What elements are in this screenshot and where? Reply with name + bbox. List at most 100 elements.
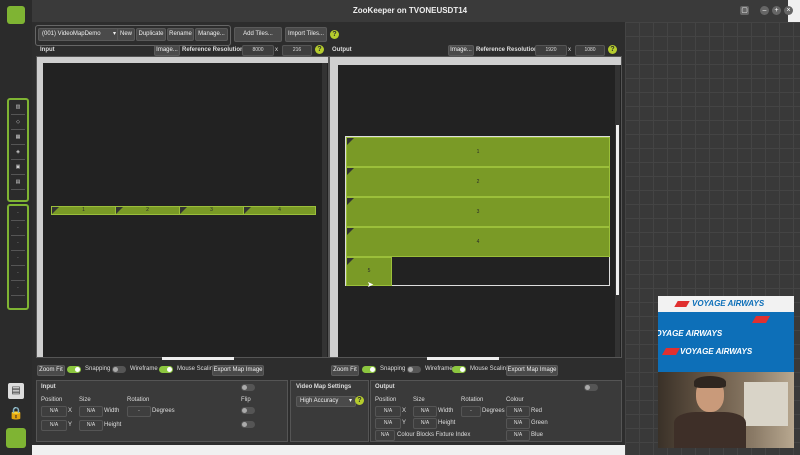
- accuracy-select[interactable]: High Accuracy ▾: [296, 396, 356, 407]
- input-image-button[interactable]: Image...: [154, 45, 180, 56]
- minimize-icon[interactable]: –: [760, 6, 769, 15]
- output-colour-blocks-field[interactable]: N/A: [375, 430, 395, 441]
- output-green-label: Green: [531, 420, 548, 426]
- output-vscroll[interactable]: [615, 65, 620, 357]
- input-props-toggle[interactable]: [241, 384, 255, 391]
- add-tiles-button[interactable]: Add Tiles...: [234, 27, 282, 42]
- output-width-field[interactable]: N/A: [413, 406, 437, 417]
- toolbar-help-icon[interactable]: ?: [330, 30, 339, 39]
- output-panel-title: Output: [332, 47, 352, 53]
- tile-tool-icon[interactable]: ▥: [11, 101, 25, 115]
- output-tile-2[interactable]: 2: [346, 167, 610, 197]
- map-select[interactable]: (001) VideoMapDemo ▾: [38, 28, 120, 41]
- slot-icon[interactable]: ·: [11, 207, 25, 221]
- tile-label: 1: [476, 149, 480, 155]
- tile-label: 4: [476, 239, 480, 245]
- output-green-field[interactable]: N/A: [506, 418, 530, 429]
- output-export-button[interactable]: Export Map Image: [506, 365, 558, 376]
- output-help-icon[interactable]: ?: [608, 45, 617, 54]
- input-rotation-field[interactable]: -: [127, 406, 151, 417]
- input-height-field[interactable]: N/A: [79, 420, 103, 431]
- output-vscroll-thumb[interactable]: [616, 125, 619, 295]
- window-title: ZooKeeper on TVONEUSDT14: [352, 6, 468, 15]
- input-width-field[interactable]: N/A: [79, 406, 103, 417]
- output-height-field[interactable]: N/A: [413, 418, 437, 429]
- clipboard-icon[interactable]: ▤: [8, 383, 24, 399]
- input-props-title: Input: [41, 384, 56, 390]
- slot-icon[interactable]: ·: [11, 222, 25, 236]
- output-ruler-left: [330, 65, 338, 357]
- output-mouse-scaling-toggle[interactable]: [452, 366, 466, 373]
- input-pos-y[interactable]: N/A: [41, 420, 67, 431]
- output-wireframe-toggle[interactable]: [407, 366, 421, 373]
- input-flip-v-toggle[interactable]: [241, 421, 255, 428]
- input-tile-4[interactable]: 4: [243, 206, 316, 215]
- input-ref-width[interactable]: 8000: [242, 45, 274, 56]
- duplicate-button[interactable]: Duplicate: [136, 28, 166, 41]
- output-pos-x[interactable]: N/A: [375, 406, 401, 417]
- input-flip-label: Flip: [241, 397, 251, 403]
- warp-tool-icon[interactable]: ◇: [11, 116, 25, 130]
- output-blue-field[interactable]: N/A: [506, 430, 530, 441]
- output-snapping-toggle[interactable]: [362, 366, 376, 373]
- zookeeper-logo-icon[interactable]: [7, 6, 25, 24]
- input-wireframe-toggle[interactable]: [112, 366, 126, 373]
- input-help-icon[interactable]: ?: [315, 45, 324, 54]
- input-export-button[interactable]: Export Map Image: [212, 365, 264, 376]
- output-colour-blocks-label: Colour Blocks Fixture Index: [397, 432, 471, 438]
- output-image-button[interactable]: Image...: [448, 45, 474, 56]
- input-tile-2[interactable]: 2: [115, 206, 180, 215]
- input-tile-3[interactable]: 3: [179, 206, 244, 215]
- input-tile-1[interactable]: 1: [51, 206, 116, 215]
- input-hscroll[interactable]: [162, 357, 234, 360]
- rename-button[interactable]: Rename: [167, 28, 194, 41]
- manage-button[interactable]: Manage...: [195, 28, 228, 41]
- close-icon[interactable]: ×: [784, 6, 793, 15]
- output-tile-3[interactable]: 3: [346, 197, 610, 227]
- chevron-down-icon: ▾: [348, 398, 352, 404]
- shape-tool-icon[interactable]: ◈: [11, 146, 25, 160]
- output-zoom-fit-button[interactable]: Zoom Fit: [331, 365, 359, 376]
- input-vscroll[interactable]: [322, 63, 327, 357]
- vm-help-icon[interactable]: ?: [355, 396, 364, 405]
- output-size-label: Size: [413, 397, 425, 403]
- output-ref-height[interactable]: 1080: [575, 45, 605, 56]
- lock-icon[interactable]: 🔒: [8, 405, 24, 421]
- slot-icon[interactable]: ·: [11, 267, 25, 281]
- input-snapping-toggle[interactable]: [67, 366, 81, 373]
- slot-icon[interactable]: ·: [11, 237, 25, 251]
- output-red-field[interactable]: N/A: [506, 406, 530, 417]
- output-red-label: Red: [531, 408, 543, 414]
- output-hscroll[interactable]: [427, 357, 499, 360]
- input-zoom-fit-button[interactable]: Zoom Fit: [37, 365, 65, 376]
- input-pos-x[interactable]: N/A: [41, 406, 67, 417]
- tile-label: 1: [82, 207, 85, 213]
- input-mouse-scaling-toggle[interactable]: [159, 366, 173, 373]
- output-pos-y[interactable]: N/A: [375, 418, 401, 429]
- vm-settings-title: Video Map Settings: [296, 384, 352, 390]
- output-tile-4[interactable]: 4: [346, 227, 610, 257]
- output-rotation-label: Rotation: [461, 397, 484, 403]
- grid-tool-icon[interactable]: ▦: [11, 131, 25, 145]
- output-tile-1[interactable]: 1: [346, 137, 610, 167]
- layers-tool-icon[interactable]: ▤: [11, 176, 25, 190]
- output-props-toggle[interactable]: [584, 384, 598, 391]
- slot-icon[interactable]: ·: [11, 252, 25, 266]
- input-ref-height[interactable]: 216: [282, 45, 312, 56]
- import-tiles-button[interactable]: Import Tiles...: [285, 27, 327, 42]
- output-ruler-top: [330, 57, 621, 65]
- main-app: (001) VideoMapDemo ▾ New Duplicate Rename…: [32, 22, 625, 445]
- input-ref-x: x: [275, 47, 278, 53]
- input-flip-h-toggle[interactable]: [241, 407, 255, 414]
- image-tool-icon[interactable]: ▣: [11, 161, 25, 175]
- webcam-person-cap: [694, 376, 726, 388]
- output-ref-width[interactable]: 1920: [535, 45, 567, 56]
- output-rotation-field[interactable]: -: [461, 406, 481, 417]
- maximize-icon[interactable]: +: [772, 6, 781, 15]
- new-button[interactable]: New: [117, 28, 135, 41]
- slot-icon[interactable]: ·: [11, 282, 25, 296]
- network-icon[interactable]: [6, 428, 26, 448]
- input-y-label: Y: [68, 422, 73, 428]
- screen-icon[interactable]: ▢: [740, 6, 749, 15]
- tile-label: 2: [476, 179, 480, 185]
